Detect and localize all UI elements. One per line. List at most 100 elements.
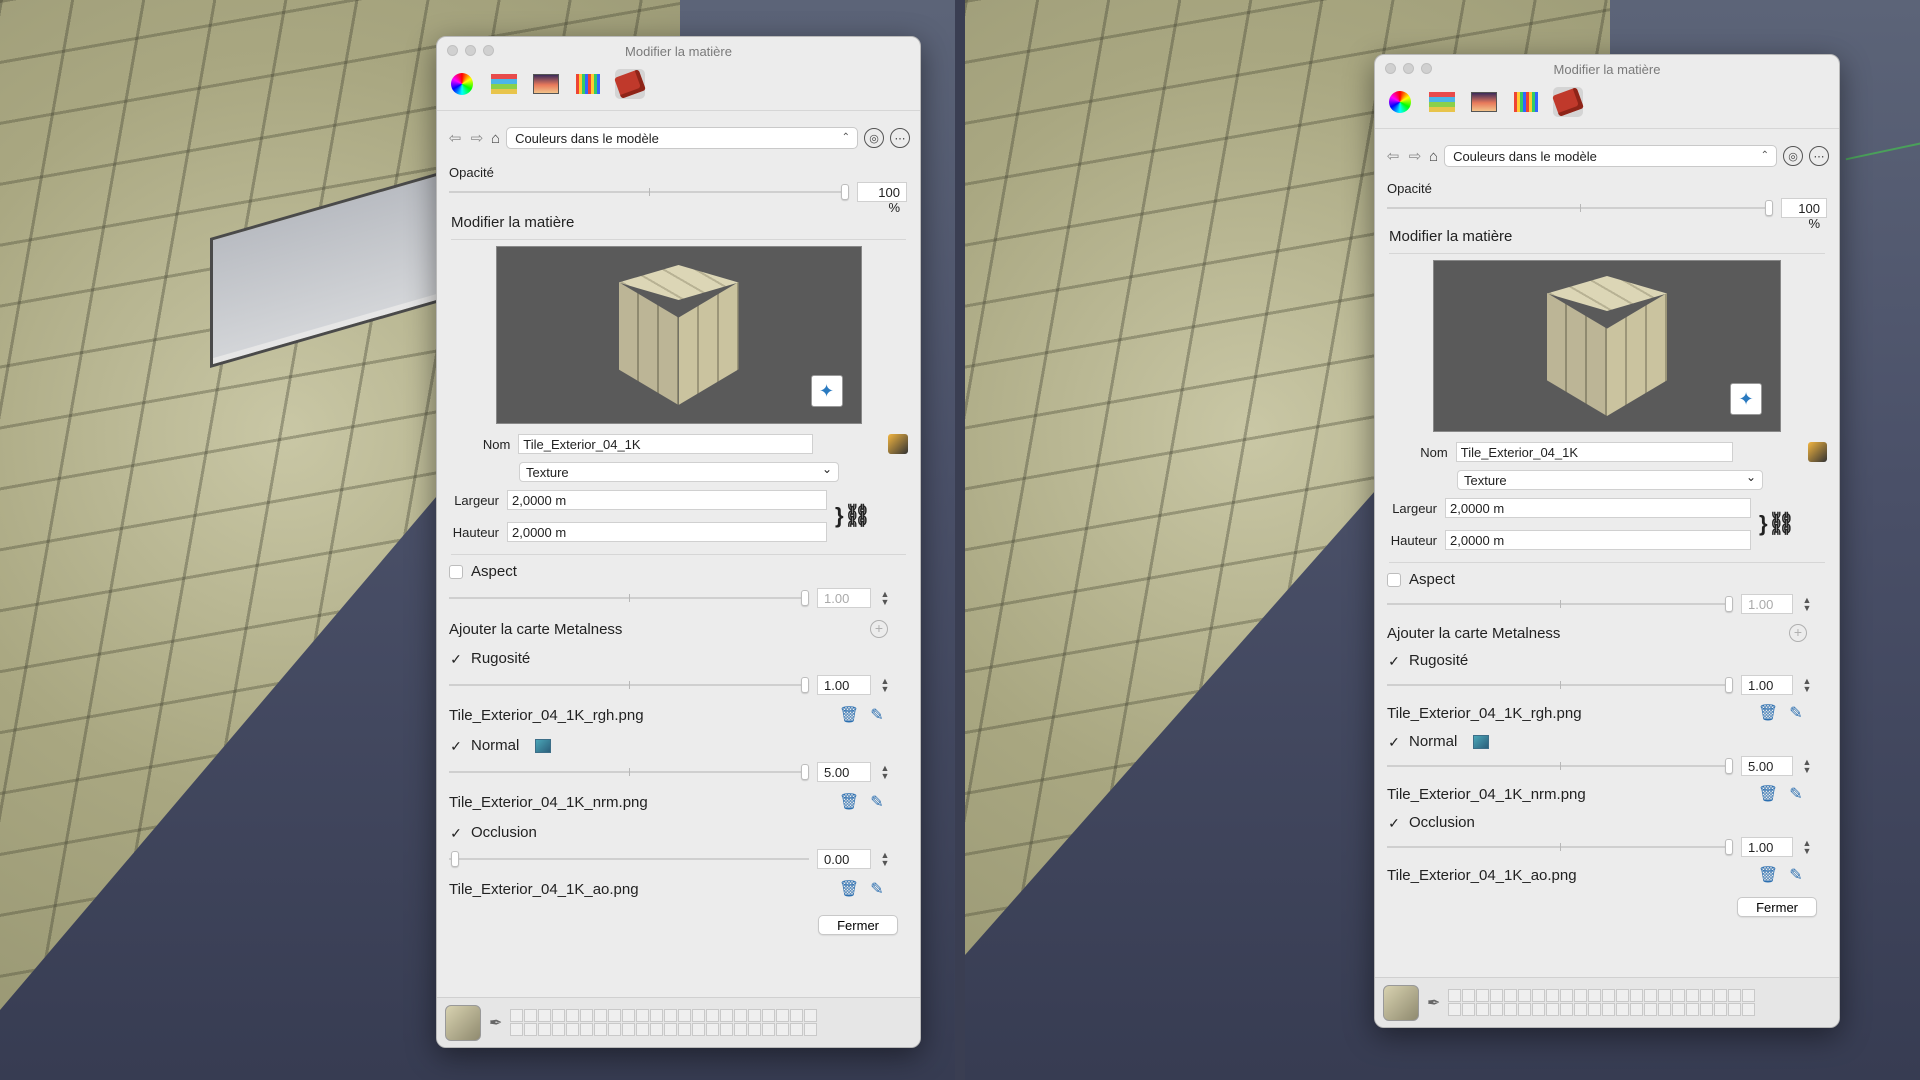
material-3d-icon[interactable] [888,434,908,454]
eyedropper-icon[interactable]: ✒ [489,1013,502,1033]
empty-swatch[interactable] [636,1009,650,1022]
empty-swatch[interactable] [692,1023,706,1036]
roughness-checkbox[interactable]: ✓ [449,652,463,666]
home-icon[interactable]: ⌂ [491,130,500,147]
crayons-tab[interactable] [573,69,603,99]
sample-paint-icon[interactable]: ◎ [1783,146,1803,166]
empty-swatch[interactable] [1462,1003,1476,1016]
empty-swatch[interactable] [1742,989,1756,1002]
type-dropdown[interactable]: Texture [519,462,839,482]
swatch-grid[interactable] [1448,989,1756,1016]
empty-swatch[interactable] [1686,1003,1700,1016]
empty-swatch[interactable] [1574,989,1588,1002]
empty-swatch[interactable] [1518,989,1532,1002]
empty-swatch[interactable] [524,1023,538,1036]
empty-swatch[interactable] [1448,989,1462,1002]
normal-value[interactable]: 5.00 [1741,756,1793,776]
trash-icon[interactable]: 🗑 [838,705,860,725]
current-material-swatch[interactable] [445,1004,481,1041]
edit-icon[interactable]: ✎ [1785,865,1807,885]
trash-icon[interactable]: 🗑 [1757,865,1779,885]
empty-swatch[interactable] [1518,1003,1532,1016]
empty-swatch[interactable] [1546,989,1560,1002]
empty-swatch[interactable] [804,1009,818,1022]
empty-swatch[interactable] [1574,1003,1588,1016]
empty-swatch[interactable] [1560,1003,1574,1016]
width-field[interactable]: 2,0000 m [507,490,827,510]
empty-swatch[interactable] [510,1023,524,1036]
empty-swatch[interactable] [720,1009,734,1022]
occlusion-stepper[interactable]: ▲ ▼ [879,851,891,868]
empty-swatch[interactable] [1630,1003,1644,1016]
opacity-slider-thumb[interactable] [841,184,849,200]
zoom-window-button[interactable] [483,45,494,56]
name-field[interactable]: Tile_Exterior_04_1K [518,434,814,454]
normal-slider[interactable] [449,762,809,782]
empty-swatch[interactable] [664,1009,678,1022]
sample-paint-icon[interactable]: ◎ [864,128,884,148]
crayons-tab[interactable] [1511,87,1541,117]
empty-swatch[interactable] [1504,989,1518,1002]
color-wheel-tab[interactable] [447,69,477,99]
materials-tab[interactable] [1552,87,1584,117]
empty-swatch[interactable] [1476,989,1490,1002]
empty-swatch[interactable] [804,1023,818,1036]
empty-swatch[interactable] [748,1009,762,1022]
forward-arrow-icon[interactable]: ⇨ [469,129,485,147]
empty-swatch[interactable] [622,1023,636,1036]
empty-swatch[interactable] [1546,1003,1560,1016]
type-dropdown[interactable]: Texture [1457,470,1763,490]
height-field[interactable]: 2,0000 m [507,522,827,542]
empty-swatch[interactable] [566,1009,580,1022]
empty-swatch[interactable] [1644,1003,1658,1016]
empty-swatch[interactable] [1616,989,1630,1002]
empty-swatch[interactable] [552,1023,566,1036]
empty-swatch[interactable] [1742,1003,1756,1016]
edit-icon[interactable]: ✎ [866,879,888,899]
empty-swatch[interactable] [776,1023,790,1036]
swatch-grid[interactable] [510,1009,818,1036]
empty-swatch[interactable] [1532,989,1546,1002]
empty-swatch[interactable] [1630,989,1644,1002]
empty-swatch[interactable] [1644,989,1658,1002]
empty-swatch[interactable] [594,1009,608,1022]
empty-swatch[interactable] [1700,989,1714,1002]
color-wheel-tab[interactable] [1385,87,1415,117]
link-chain-icon[interactable]: }⛓ [835,503,872,529]
occlusion-checkbox[interactable]: ✓ [449,826,463,840]
edit-icon[interactable]: ✎ [1785,703,1807,723]
link-chain-icon[interactable]: }⛓ [1759,511,1796,537]
roughness-slider[interactable] [449,675,809,695]
edit-icon[interactable]: ✎ [866,792,888,812]
roughness-stepper[interactable]: ▲ ▼ [1801,677,1813,694]
empty-swatch[interactable] [790,1023,804,1036]
normal-stepper[interactable]: ▲ ▼ [879,764,891,781]
empty-swatch[interactable] [1714,989,1728,1002]
close-button[interactable]: Fermer [818,915,898,935]
empty-swatch[interactable] [1728,989,1742,1002]
empty-swatch[interactable] [1504,1003,1518,1016]
roughness-value[interactable]: 1.00 [817,675,871,695]
empty-swatch[interactable] [706,1023,720,1036]
empty-swatch[interactable] [524,1009,538,1022]
trash-icon[interactable]: 🗑 [1757,703,1779,723]
occlusion-slider[interactable] [1387,837,1733,857]
empty-swatch[interactable] [1490,989,1504,1002]
details-menu-icon[interactable]: ⋯ [890,128,910,148]
empty-swatch[interactable] [580,1009,594,1022]
empty-swatch[interactable] [734,1009,748,1022]
trash-icon[interactable]: 🗑 [838,792,860,812]
material-3d-icon[interactable] [1807,442,1827,462]
roughness-value[interactable]: 1.00 [1741,675,1793,695]
width-field[interactable]: 2,0000 m [1445,498,1751,518]
empty-swatch[interactable] [650,1009,664,1022]
opacity-slider-thumb[interactable] [1765,200,1773,216]
minimize-window-button[interactable] [465,45,476,56]
empty-swatch[interactable] [1658,989,1672,1002]
empty-swatch[interactable] [678,1023,692,1036]
back-arrow-icon[interactable]: ⇦ [447,129,463,147]
opacity-value[interactable]: 100 % [1781,198,1827,231]
collection-select[interactable]: Couleurs dans le modèle [506,127,858,149]
height-field[interactable]: 2,0000 m [1445,530,1751,550]
empty-swatch[interactable] [594,1023,608,1036]
